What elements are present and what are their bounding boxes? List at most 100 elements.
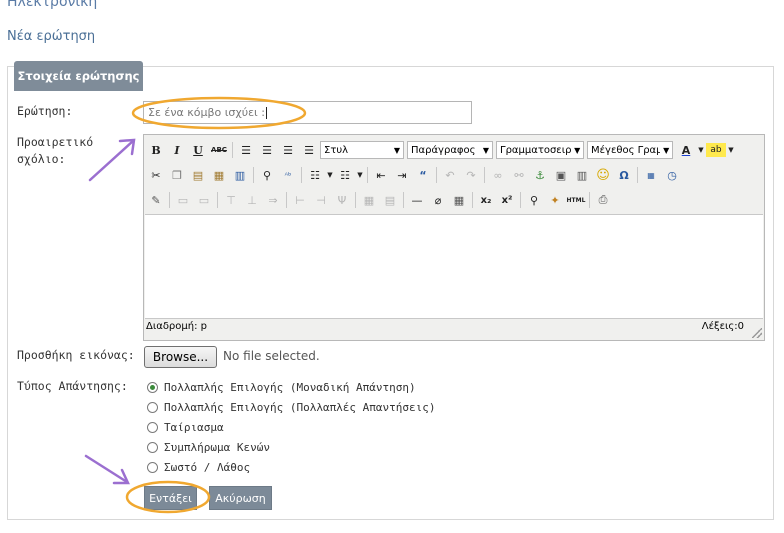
- toolbar-separator: [286, 192, 287, 208]
- toolbar-separator: [484, 167, 485, 183]
- chevron-down-icon[interactable]: ▼: [356, 165, 364, 185]
- question-input[interactable]: Σε ένα κόμβο ισχύει :: [143, 101, 472, 124]
- table-cell-props-icon[interactable]: ▭: [194, 190, 214, 210]
- toolbar-separator: [637, 167, 638, 183]
- radio-button[interactable]: [147, 422, 158, 433]
- chevron-down-icon[interactable]: ▼: [727, 140, 735, 160]
- insert-col-before-icon[interactable]: ⊢: [290, 190, 310, 210]
- answer-type-option[interactable]: Πολλαπλής Επιλογής (Πολλαπλές Απαντήσεις…: [147, 401, 436, 414]
- copy-icon[interactable]: ❐: [167, 165, 187, 185]
- ok-button[interactable]: Εντάξει: [144, 486, 197, 510]
- indent-icon[interactable]: ⇥: [392, 165, 412, 185]
- paste-icon[interactable]: ▤: [188, 165, 208, 185]
- insert-date-icon[interactable]: ▦: [641, 165, 661, 185]
- answer-type-option[interactable]: Συμπλήρωμα Κενών: [147, 441, 270, 454]
- editor-status-path: Διαδρομή: p: [146, 321, 207, 332]
- radio-button[interactable]: [147, 462, 158, 473]
- radio-button[interactable]: [147, 442, 158, 453]
- emoticon-icon[interactable]: ☺: [593, 165, 613, 185]
- answer-type-option-label: Ταίριασμα: [164, 421, 224, 434]
- strikethrough-icon[interactable]: ABC: [209, 140, 229, 160]
- italic-icon[interactable]: I: [167, 140, 187, 160]
- browse-button[interactable]: Browse...: [144, 346, 217, 368]
- find-icon[interactable]: ⚲: [257, 165, 277, 185]
- insert-row-after-icon[interactable]: ⊥: [242, 190, 262, 210]
- answer-type-option[interactable]: Ταίριασμα: [147, 421, 224, 434]
- delete-col-icon[interactable]: Ψ: [332, 190, 352, 210]
- media-icon[interactable]: ▥: [572, 165, 592, 185]
- align-justify-icon[interactable]: ☰: [299, 140, 319, 160]
- unlink-icon[interactable]: ⚯: [509, 165, 529, 185]
- remove-format-icon[interactable]: ⌀: [428, 190, 448, 210]
- table-row-props-icon[interactable]: ▭: [173, 190, 193, 210]
- answer-type-option-label: Πολλαπλής Επιλογής (Μοναδική Απάντηση): [164, 381, 416, 394]
- edit-css-icon[interactable]: ✎: [146, 190, 166, 210]
- toolbar-separator: [217, 192, 218, 208]
- font-select[interactable]: Γραμματοσειρά ▼: [496, 141, 584, 159]
- editor-toolbar-row-2: ✂ ❐ ▤ ▦ ▥ ⚲ ᴬᵇ ☷ ▼ ☷ ▼ ⇤ ⇥ “ ↶ ↷ ∞ ⚯ ⚓ ▣…: [146, 163, 682, 187]
- image-icon[interactable]: ▣: [551, 165, 571, 185]
- chevron-down-icon[interactable]: ▼: [697, 140, 705, 160]
- underline-icon[interactable]: U: [188, 140, 208, 160]
- size-select[interactable]: Μέγεθος Γραμμ▼: [587, 141, 673, 159]
- align-left-icon[interactable]: ☰: [236, 140, 256, 160]
- superscript-icon[interactable]: x²: [497, 190, 517, 210]
- subscript-icon[interactable]: x₂: [476, 190, 496, 210]
- paragraph-select[interactable]: Παράγραφος ▼: [407, 141, 493, 159]
- outdent-icon[interactable]: ⇤: [371, 165, 391, 185]
- radio-button[interactable]: [147, 382, 158, 393]
- cancel-button[interactable]: Ακύρωση: [209, 486, 272, 510]
- insert-col-after-icon[interactable]: ⊣: [311, 190, 331, 210]
- bold-icon[interactable]: B: [146, 140, 166, 160]
- special-char-icon[interactable]: Ω: [614, 165, 634, 185]
- preview-icon[interactable]: ⚲: [524, 190, 544, 210]
- paste-text-icon[interactable]: ▦: [209, 165, 229, 185]
- answer-type-option-label: Σωστό / Λάθος: [164, 461, 251, 474]
- toolbar-separator: [403, 192, 404, 208]
- horizontal-rule-icon[interactable]: —: [407, 190, 427, 210]
- delete-row-icon[interactable]: ⇒: [263, 190, 283, 210]
- question-label: Ερώτηση:: [17, 104, 73, 118]
- radio-button[interactable]: [147, 402, 158, 413]
- split-cells-icon[interactable]: ▦: [359, 190, 379, 210]
- blockquote-icon[interactable]: “: [413, 165, 433, 185]
- undo-icon[interactable]: ↶: [440, 165, 460, 185]
- breadcrumb[interactable]: Νέα ερώτηση: [7, 29, 95, 44]
- paste-word-icon[interactable]: ▥: [230, 165, 250, 185]
- editor-toolbar-row-1: B I U ABC ☰ ☰ ☰ ☰ Στυλ ▼ Παράγραφος ▼ Γραμ…: [146, 138, 735, 162]
- paragraph-select-value: Παράγραφος: [411, 144, 476, 156]
- highlight-color-icon[interactable]: ab: [706, 143, 726, 157]
- merge-cells-icon[interactable]: ▤: [380, 190, 400, 210]
- chevron-down-icon[interactable]: ▼: [326, 165, 334, 185]
- size-select-value: Μέγεθος Γραμμ: [591, 144, 660, 156]
- editor-word-count: Λέξεις:0: [701, 321, 744, 332]
- anchor-icon[interactable]: ⚓: [530, 165, 550, 185]
- text-color-icon[interactable]: A: [676, 140, 696, 160]
- html-icon[interactable]: HTML: [566, 190, 586, 210]
- link-icon[interactable]: ∞: [488, 165, 508, 185]
- answer-type-label: Τύπος Απάντησης:: [17, 379, 128, 393]
- redo-icon[interactable]: ↷: [461, 165, 481, 185]
- cut-icon[interactable]: ✂: [146, 165, 166, 185]
- chevron-down-icon: ▼: [663, 145, 670, 155]
- image-label: Προσθήκη εικόνας:: [17, 348, 135, 362]
- bullet-list-icon[interactable]: ☷: [305, 165, 325, 185]
- resize-grip-icon[interactable]: [752, 328, 762, 338]
- numbered-list-icon[interactable]: ☷: [335, 165, 355, 185]
- answer-type-option[interactable]: Πολλαπλής Επιλογής (Μοναδική Απάντηση): [147, 381, 416, 394]
- editor-content-area[interactable]: [145, 214, 763, 319]
- insert-time-icon[interactable]: ◷: [662, 165, 682, 185]
- style-select[interactable]: Στυλ ▼: [320, 141, 404, 159]
- table-icon[interactable]: ▦: [449, 190, 469, 210]
- toolbar-separator: [232, 142, 233, 158]
- answer-type-option[interactable]: Σωστό / Λάθος: [147, 461, 250, 474]
- align-right-icon[interactable]: ☰: [278, 140, 298, 160]
- print-icon[interactable]: ⎙: [593, 190, 613, 210]
- align-center-icon[interactable]: ☰: [257, 140, 277, 160]
- toolbar-separator: [355, 192, 356, 208]
- toolbar-separator: [472, 192, 473, 208]
- insert-row-before-icon[interactable]: ⊤: [221, 190, 241, 210]
- replace-icon[interactable]: ᴬᵇ: [278, 165, 298, 185]
- cleanup-icon[interactable]: ✦: [545, 190, 565, 210]
- text-caret: [265, 107, 267, 119]
